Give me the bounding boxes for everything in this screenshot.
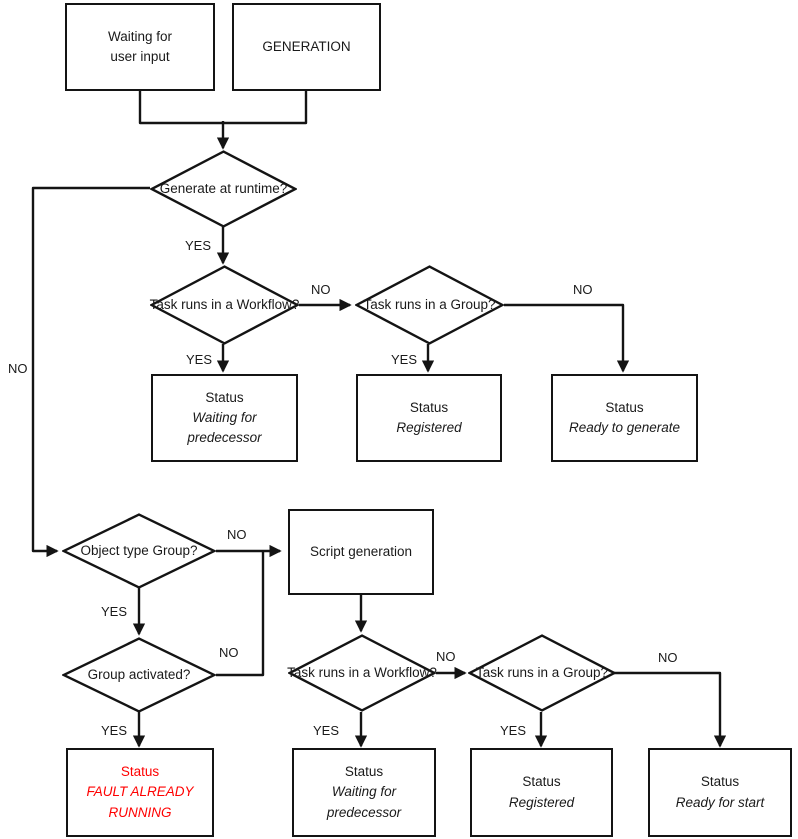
node-status-waiting-predecessor-bottom[interactable]: Status Waiting for predecessor bbox=[292, 748, 436, 837]
edge-label-workflow-bottom-yes: YES bbox=[313, 723, 340, 738]
node-status-registered-top[interactable]: Status Registered bbox=[356, 374, 502, 462]
node-line: Group activated? bbox=[87, 667, 191, 683]
edge-label-group-bottom-yes: YES bbox=[500, 723, 527, 738]
node-status-waiting-predecessor-top[interactable]: Status Waiting for predecessor bbox=[151, 374, 298, 462]
node-line: Script generation bbox=[309, 543, 413, 559]
node-line: FAULT ALREADY bbox=[86, 784, 194, 800]
decision-object-type-group[interactable]: Object type Group? bbox=[62, 513, 216, 589]
decision-label: Task runs in a Group? bbox=[476, 663, 608, 683]
node-line: Group? bbox=[563, 665, 609, 681]
edge-label-object-type-group-yes: YES bbox=[101, 604, 128, 619]
node-line: Task runs in a bbox=[149, 297, 233, 313]
node-line: Registered bbox=[396, 420, 462, 435]
node-line: Waiting for bbox=[331, 784, 397, 800]
node-line: GENERATION bbox=[262, 38, 351, 54]
decision-task-runs-workflow-bottom[interactable]: Task runs in a Workflow? bbox=[287, 634, 437, 712]
node-line: Waiting for bbox=[192, 409, 257, 425]
decision-task-runs-workflow-top[interactable]: Task runs in a Workflow? bbox=[150, 265, 299, 345]
node-line: predecessor bbox=[326, 804, 402, 820]
node-line: runtime? bbox=[234, 181, 288, 197]
node-line: Object type bbox=[80, 543, 149, 559]
decision-task-runs-group-bottom[interactable]: Task runs in a Group? bbox=[468, 634, 616, 712]
node-line: RUNNING bbox=[108, 804, 172, 820]
node-line: Registered bbox=[508, 794, 575, 810]
node-waiting-for-user-input[interactable]: Waiting for user input bbox=[65, 3, 215, 91]
node-status-registered-bottom[interactable]: Status Registered bbox=[470, 748, 613, 837]
node-line: Ready to generate bbox=[568, 420, 681, 435]
edge-group-top-no bbox=[504, 303, 630, 373]
node-status-fault-already-running[interactable]: Status FAULT ALREADY RUNNING bbox=[66, 748, 214, 837]
node-line: Group? bbox=[152, 543, 198, 559]
edge-label-group-activated-yes: YES bbox=[101, 723, 128, 738]
decision-label: Task runs in a Workflow? bbox=[150, 295, 300, 315]
edge-waiting-to-merge bbox=[138, 91, 223, 125]
node-line: Status bbox=[205, 389, 244, 405]
node-status-ready-to-generate[interactable]: Status Ready to generate bbox=[551, 374, 698, 462]
node-line: Status bbox=[409, 399, 449, 415]
decision-generate-at-runtime[interactable]: Generate at runtime? bbox=[150, 150, 297, 228]
node-line: Workflow? bbox=[374, 665, 437, 681]
edge-label-workflow-bottom-no: NO bbox=[436, 649, 456, 664]
node-line: Group? bbox=[450, 297, 496, 313]
edge-label-group-bottom-no: NO bbox=[658, 650, 678, 665]
node-line: Status bbox=[120, 764, 160, 780]
edge-generation-to-merge bbox=[223, 91, 308, 125]
decision-group-activated[interactable]: Group activated? bbox=[62, 637, 216, 713]
edge-label-group-top-yes: YES bbox=[391, 352, 418, 367]
node-line: user input bbox=[110, 49, 170, 64]
edge-label-generate-runtime-yes: YES bbox=[185, 238, 212, 253]
node-line: Status bbox=[344, 764, 384, 780]
decision-label: Generate at runtime? bbox=[160, 179, 288, 199]
decision-label: Object type Group? bbox=[80, 541, 197, 561]
edge-label-workflow-top-no: NO bbox=[311, 282, 331, 297]
decision-label: Task runs in a Group? bbox=[363, 295, 495, 315]
edge-label-generate-runtime-no: NO bbox=[8, 361, 28, 376]
edge-group-bottom-no bbox=[614, 671, 727, 748]
node-line: Status bbox=[522, 774, 561, 790]
node-line: Task runs in a bbox=[363, 297, 447, 313]
edge-label-group-top-no: NO bbox=[573, 282, 593, 297]
node-generation[interactable]: GENERATION bbox=[232, 3, 381, 91]
edge-label-object-type-group-no: NO bbox=[227, 527, 247, 542]
edge-label-group-activated-no: NO bbox=[219, 645, 239, 660]
node-line: Status bbox=[700, 774, 740, 790]
node-line: Task runs in a bbox=[475, 665, 560, 681]
decision-label: Group activated? bbox=[88, 665, 191, 685]
node-script-generation[interactable]: Script generation bbox=[288, 509, 434, 595]
decision-label: Task runs in a Workflow? bbox=[287, 663, 437, 683]
node-line: Status bbox=[605, 399, 644, 415]
node-line: Workflow? bbox=[236, 297, 300, 313]
flowchart-canvas: Waiting for user input GENERATION Status… bbox=[0, 0, 798, 839]
decision-task-runs-group-top[interactable]: Task runs in a Group? bbox=[355, 265, 504, 345]
edge-generate-runtime-no bbox=[31, 186, 150, 558]
node-line: predecessor bbox=[187, 430, 262, 446]
node-line: Waiting for bbox=[107, 28, 173, 44]
node-line: Generate at bbox=[159, 181, 231, 197]
node-line: Task runs in a bbox=[287, 665, 371, 681]
edge-label-workflow-top-yes: YES bbox=[186, 352, 213, 367]
node-line: Ready for start bbox=[675, 794, 765, 810]
node-status-ready-for-start[interactable]: Status Ready for start bbox=[648, 748, 792, 837]
